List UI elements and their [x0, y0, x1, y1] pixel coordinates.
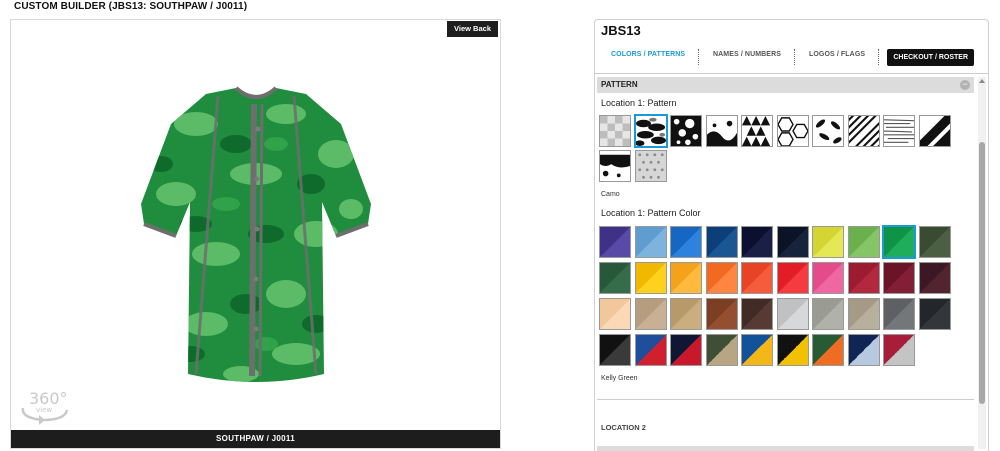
view-back-button[interactable]: View Back [447, 21, 498, 37]
color-swatch[interactable] [812, 334, 844, 366]
tab-names-numbers[interactable]: NAMES / NUMBERS [713, 51, 781, 58]
divider [595, 73, 988, 74]
section-title: PATTERN [601, 80, 638, 89]
svg-text:view: view [36, 406, 52, 414]
color-swatch[interactable] [599, 226, 631, 258]
scroll-up-icon[interactable] [979, 79, 985, 83]
color-swatch[interactable] [670, 226, 702, 258]
color-swatch[interactable] [776, 298, 809, 330]
color-swatch[interactable] [634, 226, 667, 258]
color-swatch[interactable] [741, 262, 773, 294]
color-swatch[interactable] [670, 262, 702, 294]
color-swatch[interactable] [812, 298, 844, 330]
pattern-swatch-slash[interactable] [918, 115, 951, 147]
next-section-header[interactable] [597, 446, 974, 451]
selected-color-name: Kelly Green [601, 375, 638, 382]
pattern-swatches [599, 114, 951, 182]
color-swatch[interactable] [847, 262, 880, 294]
location1-color-label: Location 1: Pattern Color [601, 208, 701, 218]
pattern-swatch-gradient-dots[interactable] [634, 150, 667, 182]
color-swatch[interactable] [918, 226, 951, 258]
color-swatch[interactable] [741, 226, 773, 258]
panel-scrollbar[interactable] [978, 77, 986, 449]
checkout-roster-button[interactable]: CHECKOUT / ROSTER [887, 49, 974, 66]
tab-separator [698, 49, 699, 65]
pattern-swatch-splatter[interactable] [670, 115, 702, 147]
360-view-icon[interactable]: 360° view [17, 384, 73, 426]
color-swatch[interactable] [634, 298, 667, 330]
pattern-swatch-hexagons[interactable] [776, 115, 809, 147]
color-swatch[interactable] [776, 226, 809, 258]
panel-title: JBS13 [601, 23, 641, 38]
location1-pattern-label: Location 1: Pattern [601, 98, 677, 108]
tab-bar: COLORS / PATTERNS NAMES / NUMBERS LOGOS … [595, 47, 988, 69]
color-swatch[interactable] [847, 226, 880, 258]
selected-pattern-name: Camo [601, 191, 620, 198]
color-swatch[interactable] [705, 226, 738, 258]
jersey-preview: View Back 360° view SOUTHPAW / J0011 [10, 19, 501, 449]
color-swatch[interactable] [670, 298, 702, 330]
color-swatch[interactable] [847, 298, 880, 330]
color-swatch[interactable] [883, 334, 915, 366]
color-swatch[interactable] [918, 298, 951, 330]
color-swatch[interactable] [599, 334, 631, 366]
color-swatch[interactable] [705, 334, 738, 366]
color-swatch[interactable] [776, 334, 809, 366]
color-swatch[interactable] [812, 226, 844, 258]
collapse-icon[interactable]: − [960, 80, 970, 90]
color-swatch[interactable] [812, 262, 844, 294]
pattern-section-header[interactable]: PATTERN − [597, 77, 974, 93]
page-title: CUSTOM BUILDER (JBS13: SOUTHPAW / J0011) [14, 1, 248, 12]
tab-separator [794, 49, 795, 65]
pattern-swatch-transparent[interactable] [599, 115, 631, 147]
tab-separator [878, 49, 879, 65]
color-swatches [599, 225, 951, 366]
pattern-swatch-brush-lines[interactable] [883, 115, 915, 147]
color-swatch[interactable] [705, 262, 738, 294]
pattern-swatch-distressed[interactable] [705, 115, 738, 147]
tab-colors-patterns[interactable]: COLORS / PATTERNS [611, 51, 685, 58]
color-swatch[interactable] [670, 334, 702, 366]
color-swatch[interactable] [847, 334, 880, 366]
color-swatch[interactable] [882, 225, 916, 259]
color-swatch[interactable] [599, 262, 631, 294]
color-swatch[interactable] [634, 334, 667, 366]
jersey-image[interactable] [136, 84, 376, 394]
color-swatch[interactable] [741, 334, 773, 366]
pattern-swatch-triangles[interactable] [741, 115, 773, 147]
pattern-swatch-diagonal-lines[interactable] [847, 115, 880, 147]
builder-panel: JBS13 COLORS / PATTERNS NAMES / NUMBERS … [594, 19, 989, 451]
color-swatch[interactable] [776, 262, 809, 294]
tab-logos-flags[interactable]: LOGOS / FLAGS [809, 51, 865, 58]
preview-footer-label: SOUTHPAW / J0011 [11, 430, 500, 448]
location2-header[interactable]: LOCATION 2 [601, 423, 646, 432]
pattern-swatch-leaves[interactable] [812, 115, 844, 147]
color-swatch[interactable] [705, 298, 738, 330]
color-swatch[interactable] [883, 298, 915, 330]
divider [597, 399, 974, 400]
color-swatch[interactable] [634, 262, 667, 294]
color-swatch[interactable] [883, 262, 915, 294]
pattern-swatch-camo[interactable] [633, 114, 668, 148]
color-swatch[interactable] [741, 298, 773, 330]
scrollbar-thumb[interactable] [979, 142, 985, 404]
pattern-swatch-grunge[interactable] [599, 150, 631, 182]
color-swatch[interactable] [599, 298, 631, 330]
color-swatch[interactable] [918, 262, 951, 294]
